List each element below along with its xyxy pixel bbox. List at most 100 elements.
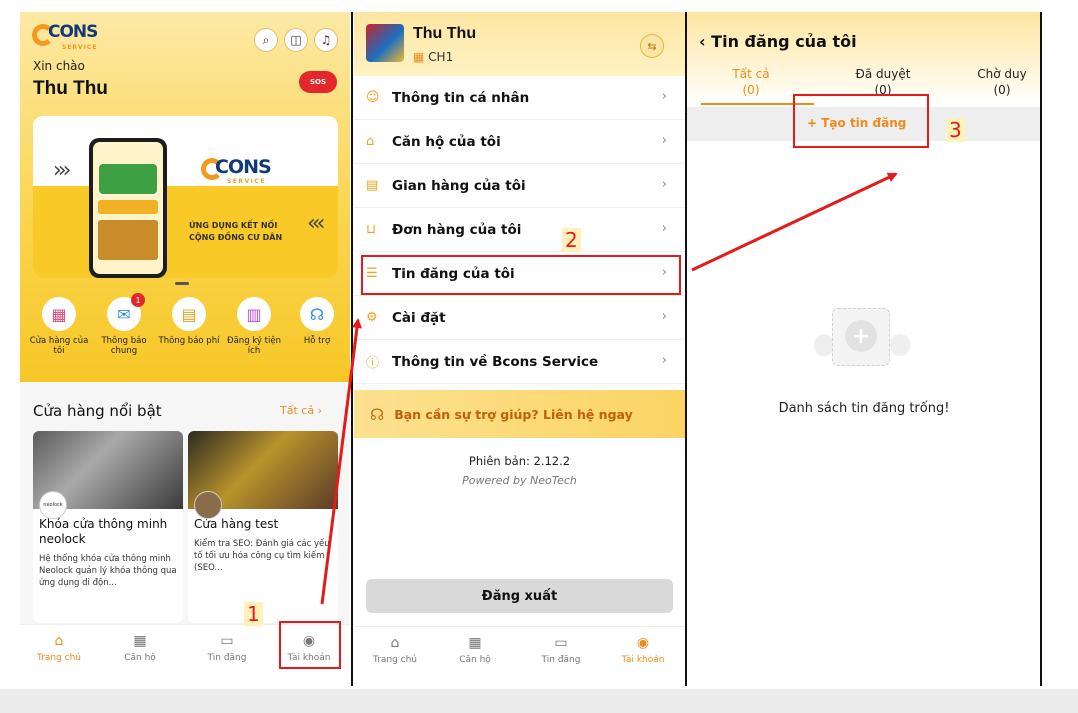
chevron-right-icon: ›	[661, 221, 667, 236]
menu-item-label: Đơn hàng của tôi	[392, 221, 522, 238]
sos-button[interactable]: SOS	[299, 71, 337, 93]
search-icon: ⌕	[262, 32, 270, 47]
home-icon: ⌂	[390, 635, 400, 651]
quick-action-store[interactable]: ▦ Cửa hàng của tôi	[28, 297, 90, 356]
chevron-right-icon: ›	[317, 404, 322, 417]
tab-label: Chờ duy	[977, 67, 1027, 81]
store-description: Kiểm tra SEO: Đánh giá các yếu tố tối ưu…	[194, 539, 330, 573]
help-label: Bạn cần sự trợ giúp? Liên hệ ngay	[394, 406, 633, 422]
quick-action-amenities[interactable]: ▥ Đăng ký tiện ích	[223, 297, 285, 356]
chevron-right-icon: ›	[661, 353, 667, 368]
quick-action-announcements[interactable]: ✉ 1 Thông báo chung	[93, 293, 155, 356]
bottom-band	[0, 689, 1078, 713]
bag-button[interactable]: ◫	[284, 28, 308, 52]
store-description: Hệ thống khóa cửa thông minh Neolock quả…	[39, 554, 177, 588]
apartment-label: CH1	[428, 50, 454, 64]
switch-apartment-button[interactable]: ⇆	[640, 34, 664, 58]
store-card[interactable]: Cửa hàng test Kiểm tra SEO: Đánh giá các…	[188, 431, 338, 623]
highlight-my-posts	[361, 255, 681, 295]
tab-label: Tài khoản	[621, 655, 665, 665]
posts-title: Tin đăng của tôi	[711, 32, 857, 51]
menu-item-my-shop[interactable]: ▤ Gian hàng của tôi ›	[354, 164, 685, 208]
greeting: Xin chào	[33, 59, 85, 73]
menu-item-personal-info[interactable]: ☺ Thông tin cá nhân ›	[354, 76, 685, 120]
tab-label: Trang chủ	[372, 655, 418, 665]
tab-apartment[interactable]: ▦ Căn hộ	[105, 633, 175, 663]
store-card[interactable]: neolock Khóa cửa thông minh neolock Hệ t…	[33, 431, 183, 623]
tab-label: Tất cả	[732, 67, 770, 81]
tab-posts[interactable]: ▭ Tin đăng	[526, 635, 596, 665]
chevron-left-icon: ‹	[699, 32, 706, 51]
shopping-bag-icon: ◫	[290, 33, 302, 47]
building-icon: ▦	[133, 633, 147, 649]
account-menu: ☺ Thông tin cá nhân › ⌂ Căn hộ của tôi › ▤ Gi…	[354, 76, 685, 384]
user-avatar[interactable]	[366, 24, 404, 62]
home-icon: ⌂	[366, 134, 375, 149]
menu-item-my-apartment[interactable]: ⌂ Căn hộ của tôi ›	[354, 120, 685, 164]
step-number-1: 1	[244, 602, 263, 626]
menu-item-label: Thông tin cá nhân	[392, 89, 530, 106]
bell-icon: ♫	[320, 33, 332, 47]
menu-item-label: Gian hàng của tôi	[392, 177, 526, 194]
menu-item-about[interactable]: ⓘ Thông tin về Bcons Service ›	[354, 340, 685, 384]
step-number-2: 2	[562, 228, 581, 252]
quick-actions: ▦ Cửa hàng của tôi ✉ 1 Thông báo chung ▤ …	[20, 293, 350, 377]
step-number-3: 3	[946, 118, 965, 142]
home-swap-icon: ⇆	[647, 39, 657, 53]
tab-label: Đã duyệt	[855, 67, 911, 81]
post-icon: ▭	[554, 635, 568, 651]
home-screen: CONS SERVICE ⌕ ◫ ♫ Xin chào Thu Thu SOS …	[20, 12, 350, 686]
highlight-account-tab	[279, 621, 341, 669]
carousel-indicator	[175, 282, 189, 285]
chevron-right-icon: ›	[661, 89, 667, 104]
banner-logo-sub: SERVICE	[227, 178, 266, 185]
menu-item-label: Căn hộ của tôi	[392, 133, 501, 150]
search-button[interactable]: ⌕	[254, 28, 278, 52]
settings-icon: ⚙	[366, 310, 378, 325]
quick-action-label: Thông báo phí	[158, 336, 220, 346]
tab-posts[interactable]: ▭ Tin đăng	[192, 633, 262, 663]
cart-icon: ⊔	[366, 222, 377, 237]
invoice-icon: ▤	[172, 297, 206, 331]
phone-mockup	[89, 138, 167, 278]
empty-state-icon: +	[814, 308, 910, 370]
logout-button[interactable]: Đăng xuất	[366, 579, 673, 613]
tagline-line-2: CỘNG ĐỒNG CƯ DÂN	[189, 233, 283, 242]
tagline-line-1: ỨNG DỤNG KẾT NỐI	[189, 221, 278, 230]
quick-action-support[interactable]: ☊ Hỗ trợ	[286, 297, 348, 346]
chevrons-left-icon: ‹‹‹	[307, 211, 326, 236]
featured-stores-title: Cửa hàng nổi bật	[33, 402, 162, 420]
promo-banner[interactable]: ››› CONS SERVICE ỨNG DỤNG KẾT NỐI CỘNG Đ…	[33, 116, 338, 278]
tab-label: Căn hộ	[124, 653, 156, 663]
shop-icon: ▤	[366, 178, 379, 193]
logo-text: CONS	[48, 22, 98, 42]
banner-yellow-band	[33, 186, 338, 278]
back-button[interactable]: ‹ Tin đăng của tôi	[699, 32, 857, 51]
menu-item-label: Cài đặt	[392, 309, 446, 326]
chevron-right-icon: ›	[661, 177, 667, 192]
chevron-right-icon: ›	[661, 133, 667, 148]
see-all-label: Tất cả	[280, 404, 315, 417]
account-name: Thu Thu	[413, 25, 477, 42]
see-all-link[interactable]: Tất cả ›	[280, 404, 322, 417]
tab-pending[interactable]: Chờ duy (0)	[957, 66, 1041, 98]
app-version: Phiên bản: 2.12.2	[468, 454, 571, 468]
tab-label: Tin đăng	[541, 655, 581, 665]
tab-apartment[interactable]: ▦ Căn hộ	[440, 635, 510, 665]
tab-account[interactable]: ◉ Tài khoản	[608, 635, 678, 665]
headset-icon: ☊	[370, 404, 385, 424]
menu-item-my-orders[interactable]: ⊔ Đơn hàng của tôi ›	[354, 208, 685, 252]
help-banner[interactable]: ☊ Bạn cần sự trợ giúp? Liên hệ ngay	[354, 390, 685, 438]
user-name: Thu Thu	[33, 78, 108, 99]
banner-tagline: ỨNG DỤNG KẾT NỐI CỘNG ĐỒNG CƯ DÂN	[189, 220, 282, 244]
tab-home[interactable]: ⌂ Trang chủ	[24, 633, 94, 663]
chevron-right-icon: ›	[661, 309, 667, 324]
menu-item-settings[interactable]: ⚙ Cài đặt ›	[354, 296, 685, 340]
tab-label: Tin đăng	[207, 653, 247, 663]
store-icon: ▦	[42, 297, 76, 331]
notification-button[interactable]: ♫	[314, 28, 338, 52]
tab-home[interactable]: ⌂ Trang chủ	[360, 635, 430, 665]
quick-action-label: Hỗ trợ	[303, 336, 331, 346]
apartment-icon: ▦	[413, 50, 425, 64]
quick-action-fees[interactable]: ▤ Thông báo phí	[158, 297, 220, 346]
